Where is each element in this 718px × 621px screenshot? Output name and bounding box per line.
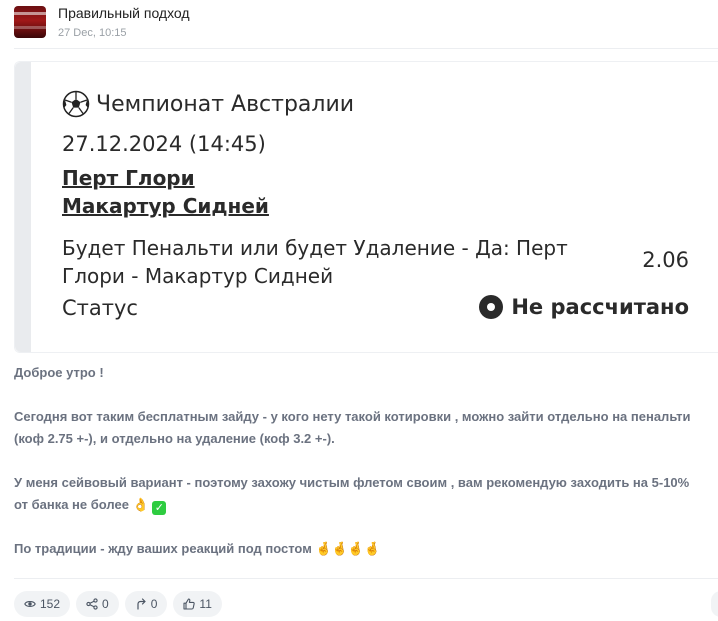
avatar[interactable] [14, 6, 46, 38]
status-text: Не рассчитано [511, 295, 689, 319]
views-count: 152 [40, 597, 61, 611]
text-line: У меня сейвовый вариант - поэтому захожу… [14, 475, 690, 490]
forward-button[interactable]: 0 [124, 591, 168, 617]
crossed-fingers-emoji: 🤞🤞🤞🤞 [315, 541, 381, 556]
status-label: Статус [62, 296, 138, 320]
divider [14, 578, 718, 579]
thumbs-up-icon [183, 598, 196, 610]
text-fragment: от банка не более [14, 497, 129, 512]
bet-odds: 2.06 [642, 248, 689, 272]
bet-description: Будет Пенальти или будет Удаление - Да: … [62, 236, 568, 288]
check-mark-icon: ✓ [152, 501, 167, 515]
match-date: 27.12.2024 (14:45) [62, 132, 266, 156]
divider [14, 48, 718, 49]
post-actions: 152 0 0 11 [14, 591, 222, 617]
post-meta: Правильный подход 27 Dec, 10:15 [58, 4, 190, 41]
channel-name[interactable]: Правильный подход [58, 4, 190, 22]
text-line: от банка не более 👌 ✓ [14, 494, 718, 516]
more-button[interactable] [711, 591, 718, 617]
league-title: Чемпионат Австралии [62, 90, 354, 118]
text-fragment: По традиции - жду ваших реакций под пост… [14, 541, 312, 556]
bet-card: Чемпионат Австралии 27.12.2024 (14:45) П… [14, 61, 718, 353]
text-line: Сегодня вот таким бесплатным зайду - у к… [14, 409, 691, 424]
shares-count: 0 [102, 597, 109, 611]
team-home-link[interactable]: Перт Глори [62, 166, 195, 190]
share-icon [86, 598, 98, 610]
like-button[interactable]: 11 [173, 591, 222, 617]
views-button[interactable]: 152 [14, 591, 71, 617]
text-line: Доброе утро ! [14, 365, 104, 380]
card-accent-bar [15, 62, 31, 352]
status-value: Не рассчитано [479, 295, 689, 319]
forwards-count: 0 [150, 597, 158, 611]
post-header: Правильный подход 27 Dec, 10:15 [14, 4, 190, 40]
league-name: Чемпионат Австралии [96, 91, 355, 117]
post-text: Доброе утро ! Сегодня вот таким бесплатн… [14, 362, 718, 560]
eye-icon [24, 601, 36, 607]
text-line: (коф 2.75 +-), и отдельно на удаление (к… [14, 431, 335, 446]
forward-icon [137, 598, 146, 610]
likes-count: 11 [199, 597, 212, 611]
status-dot-icon [479, 295, 504, 319]
post-time: 27 Dec, 10:15 [58, 26, 127, 39]
text-line: По традиции - жду ваших реакций под пост… [14, 538, 718, 560]
ok-hand-emoji: 👌 [132, 497, 149, 512]
team-away-link[interactable]: Макартур Сидней [62, 194, 269, 218]
share-button[interactable]: 0 [76, 591, 119, 617]
soccer-ball-icon [62, 90, 90, 118]
